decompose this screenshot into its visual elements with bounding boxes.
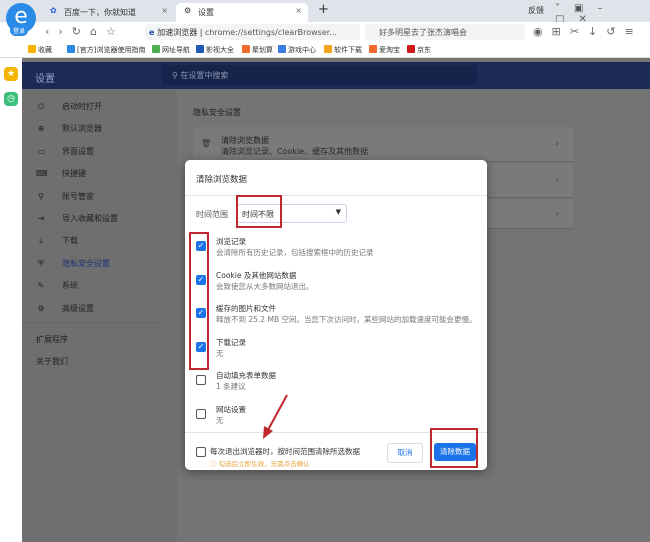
login-badge[interactable]: 登录	[10, 25, 29, 36]
annotation-arrow	[263, 394, 288, 439]
